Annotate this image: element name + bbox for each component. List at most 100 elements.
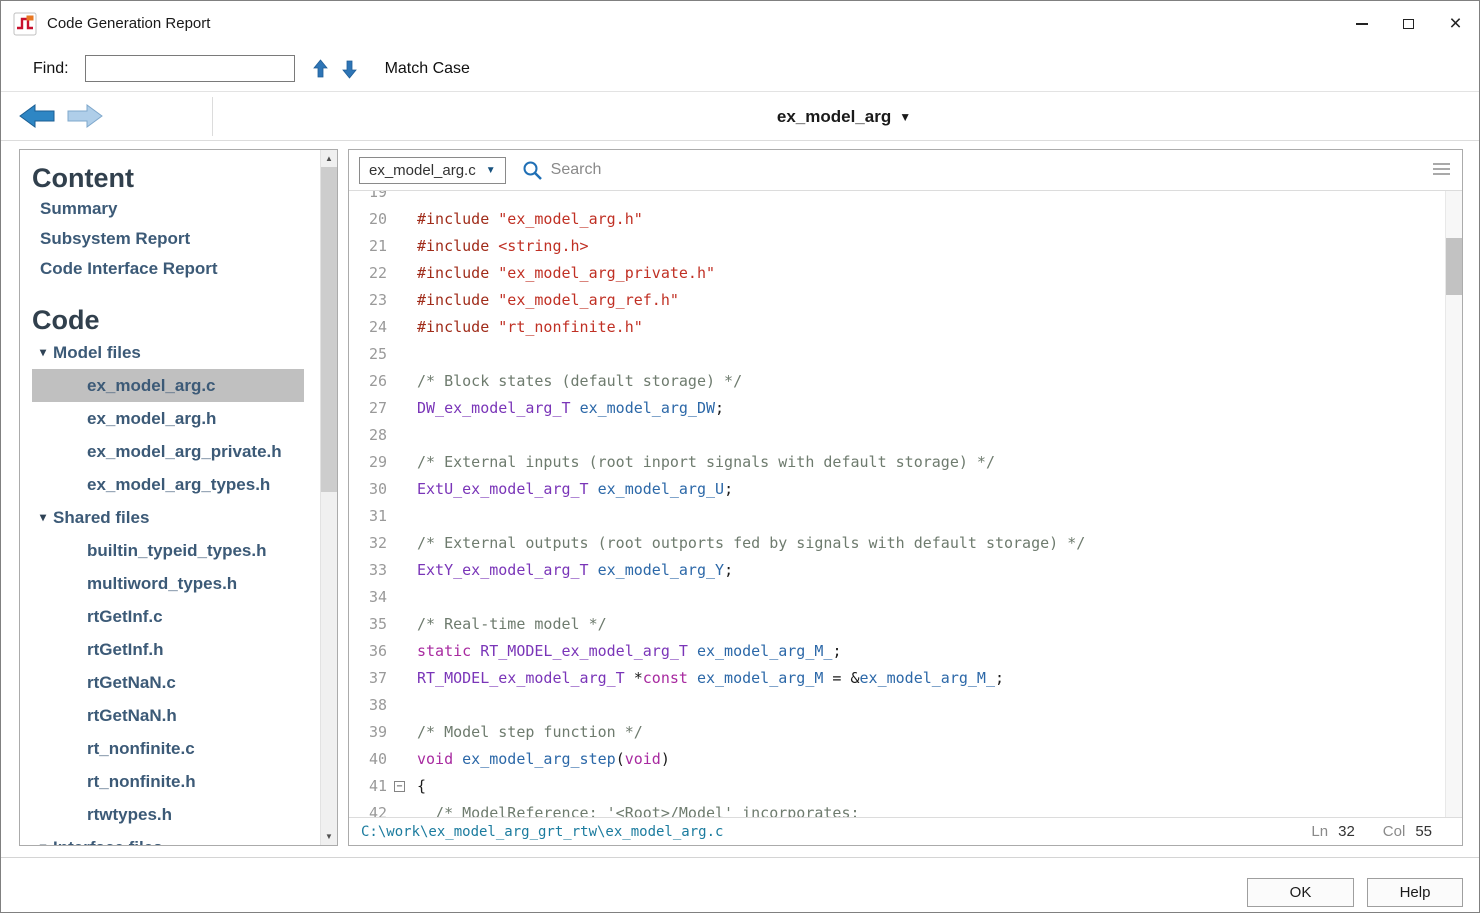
code-text: void ex_model_arg_step(void)	[417, 746, 1445, 773]
match-case-toggle[interactable]: Match Case	[385, 60, 470, 78]
line-number: 26	[349, 368, 387, 395]
code-line: 36static RT_MODEL_ex_model_arg_T ex_mode…	[349, 638, 1445, 665]
line-number: 39	[349, 719, 387, 746]
code-line: 30ExtU_ex_model_arg_T ex_model_arg_U;	[349, 476, 1445, 503]
find-previous-button[interactable]	[313, 59, 328, 79]
nav-separator	[212, 97, 213, 136]
fold-column	[387, 233, 417, 260]
sidebar-item-summary[interactable]: Summary	[32, 194, 320, 224]
sidebar-group-interface-files[interactable]: ▾Interface files	[32, 831, 320, 845]
scroll-down-icon[interactable]: ▼	[321, 828, 337, 845]
title-bar: Code Generation Report ×	[1, 1, 1479, 46]
sidebar-file-tree: ▾Model filesex_model_arg.cex_model_arg.h…	[32, 336, 320, 845]
maximize-button[interactable]	[1385, 1, 1432, 46]
sidebar-item-subsystem-report[interactable]: Subsystem Report	[32, 224, 320, 254]
sidebar-item-code-interface-report[interactable]: Code Interface Report	[32, 254, 320, 284]
sidebar-group-model-files[interactable]: ▾Model files	[32, 336, 320, 369]
code-text: #include "ex_model_arg_private.h"	[417, 260, 1445, 287]
fold-column	[387, 503, 417, 530]
window-title: Code Generation Report	[47, 15, 210, 32]
file-path-label: C:\work\ex_model_arg_grt_rtw\ex_model_ar…	[361, 824, 723, 840]
line-number: 20	[349, 206, 387, 233]
fold-column: −	[387, 773, 417, 800]
sidebar-file-ex-model-arg-types-h[interactable]: ex_model_arg_types.h	[32, 468, 304, 501]
triangle-down-icon: ▾	[40, 507, 46, 528]
back-button[interactable]	[17, 102, 57, 130]
fold-column	[387, 692, 417, 719]
close-icon: ×	[1449, 13, 1461, 34]
sidebar-file-ex-model-arg-h[interactable]: ex_model_arg.h	[32, 402, 304, 435]
fold-column	[387, 260, 417, 287]
sidebar-group-shared-files[interactable]: ▾ Shared files	[32, 501, 320, 534]
find-input[interactable]	[85, 55, 295, 82]
fold-column	[387, 584, 417, 611]
code-line: 26/* Block states (default storage) */	[349, 368, 1445, 395]
line-number: 23	[349, 287, 387, 314]
fold-column	[387, 341, 417, 368]
fold-column	[387, 191, 417, 206]
file-selector-dropdown[interactable]: ex_model_arg.c ▼	[359, 157, 506, 184]
sidebar-file-rt-nonfinite-h[interactable]: rt_nonfinite.h	[32, 765, 304, 798]
sidebar-file-rtgetnan-c[interactable]: rtGetNaN.c	[32, 666, 304, 699]
sidebar-scrollbar[interactable]: ▲ ▼	[320, 150, 337, 845]
code-text	[417, 692, 1445, 719]
code-panel: ex_model_arg.c ▼ 1920#include "ex_model_…	[348, 149, 1463, 846]
sidebar-file-builtin-typeid-types-h[interactable]: builtin_typeid_types.h	[32, 534, 304, 567]
sidebar-file-rtgetnan-h[interactable]: rtGetNaN.h	[32, 699, 304, 732]
collapse-icon[interactable]: −	[394, 781, 405, 792]
minimize-icon	[1356, 23, 1368, 25]
code-text: /* ModelReference: '<Root>/Model' incorp…	[417, 800, 1445, 817]
code-status-bar: C:\work\ex_model_arg_grt_rtw\ex_model_ar…	[349, 817, 1462, 845]
scroll-up-icon[interactable]: ▲	[321, 150, 337, 167]
menu-icon[interactable]	[1433, 163, 1450, 175]
code-line: 35/* Real-time model */	[349, 611, 1445, 638]
model-title-dropdown[interactable]: ex_model_arg ▼	[777, 92, 911, 141]
close-button[interactable]: ×	[1432, 1, 1479, 46]
code-generation-report-window: Code Generation Report × Find: Match Cas…	[0, 0, 1480, 913]
sidebar-file-rtgetinf-h[interactable]: rtGetInf.h	[32, 633, 304, 666]
help-button[interactable]: Help	[1367, 878, 1463, 907]
sidebar-file-rtgetinf-c[interactable]: rtGetInf.c	[32, 600, 304, 633]
code-scrollbar[interactable]	[1445, 191, 1462, 817]
fold-column	[387, 449, 417, 476]
fold-column	[387, 368, 417, 395]
code-text: ExtU_ex_model_arg_T ex_model_arg_U;	[417, 476, 1445, 503]
code-line: 22#include "ex_model_arg_private.h"	[349, 260, 1445, 287]
sidebar-file-rtwtypes-h[interactable]: rtwtypes.h	[32, 798, 304, 831]
code-line: 28	[349, 422, 1445, 449]
report-sidebar: Content SummarySubsystem ReportCode Inte…	[19, 149, 338, 846]
cursor-position: Ln 32 Col 55	[1311, 823, 1432, 840]
footer-divider	[1, 857, 1479, 858]
code-line: 32 /* External outputs (root outports fed…	[349, 530, 1445, 557]
line-number: 41	[349, 773, 387, 800]
line-number: 32	[349, 530, 387, 557]
sidebar-file-ex-model-arg-private-h[interactable]: ex_model_arg_private.h	[32, 435, 304, 468]
sidebar-file-multiword-types-h[interactable]: multiword_types.h	[32, 567, 304, 600]
sidebar-scrollbar-thumb[interactable]	[321, 167, 337, 492]
ok-button[interactable]: OK	[1247, 878, 1354, 907]
sidebar-group-label: Shared files	[53, 507, 149, 528]
line-number: 31	[349, 503, 387, 530]
sidebar-file-rt-nonfinite-c[interactable]: rt_nonfinite.c	[32, 732, 304, 765]
line-number: 25	[349, 341, 387, 368]
code-search-input[interactable]	[551, 161, 1311, 179]
fold-column	[387, 719, 417, 746]
code-text: /* External outputs (root outports fed b…	[417, 530, 1445, 557]
code-text: DW_ex_model_arg_T ex_model_arg_DW;	[417, 395, 1445, 422]
content-heading: Content	[32, 162, 320, 194]
code-text: #include "ex_model_arg_ref.h"	[417, 287, 1445, 314]
line-number: 42	[349, 800, 387, 817]
forward-button[interactable]	[65, 102, 105, 130]
line-number: 37	[349, 665, 387, 692]
line-number: 21	[349, 233, 387, 260]
code-scrollbar-thumb[interactable]	[1446, 238, 1462, 295]
simulink-report-icon	[13, 12, 37, 36]
fold-column	[387, 638, 417, 665]
minimize-button[interactable]	[1338, 1, 1385, 46]
find-next-button[interactable]	[342, 59, 357, 79]
line-number: 29	[349, 449, 387, 476]
fold-column	[387, 530, 417, 557]
fold-column	[387, 206, 417, 233]
sidebar-content-items: SummarySubsystem ReportCode Interface Re…	[32, 194, 320, 284]
sidebar-file-ex-model-arg-c[interactable]: ex_model_arg.c	[32, 369, 304, 402]
